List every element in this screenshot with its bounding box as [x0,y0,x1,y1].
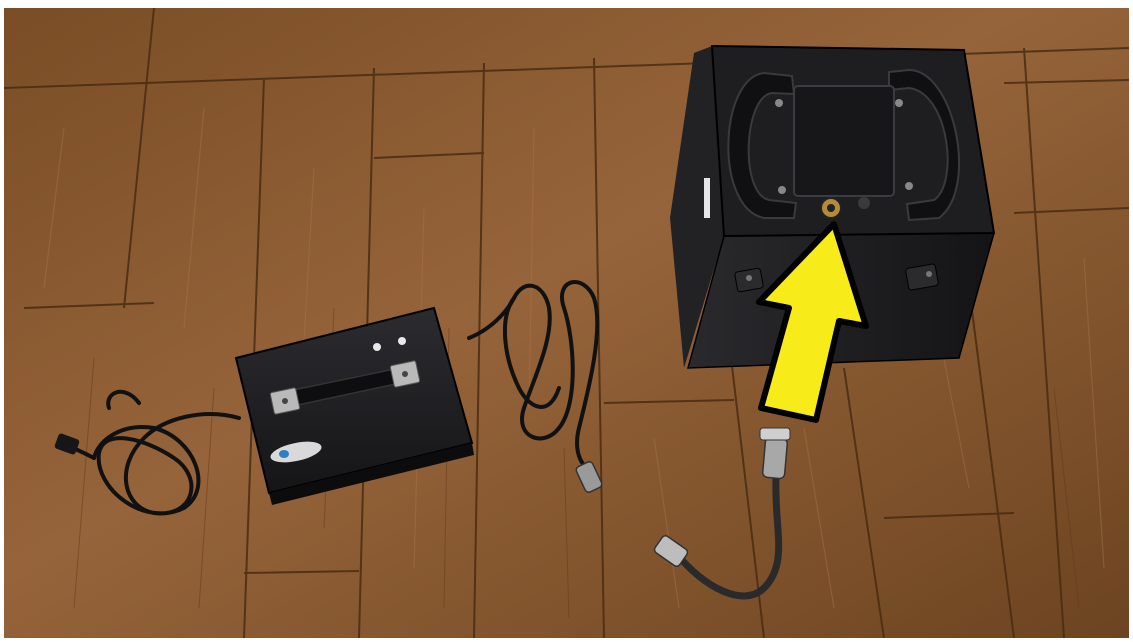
led-indicator [398,337,406,345]
photo-canvas [4,8,1129,638]
led-indicator [373,343,381,351]
charging-port [820,197,842,219]
photo [4,8,1129,638]
